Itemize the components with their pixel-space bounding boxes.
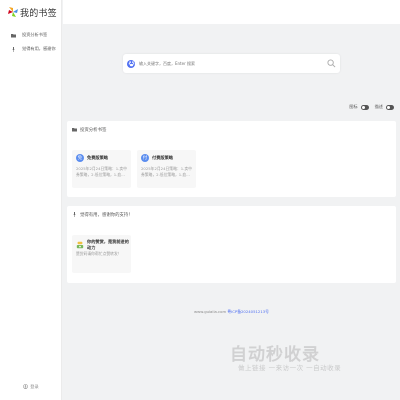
site-desc: 2025年2月24日策略：1.卖中券策略，2.低位策略，1.血...	[76, 166, 127, 177]
site-head: 免 免费版策略	[76, 154, 108, 162]
thumbtack-icon	[11, 46, 16, 52]
login-link[interactable]: 登录	[0, 384, 62, 390]
footer-domain: www.gulaila.com	[194, 309, 227, 314]
top-bar	[63, 0, 400, 24]
site-avatar: 付	[141, 154, 149, 162]
desc-toggle-label: 描述	[374, 104, 383, 109]
desc-toggle-group: 描述	[375, 104, 394, 110]
section-title-text: 觉得有用，感谢你的支持！	[80, 213, 133, 218]
donate-coin-icon	[76, 241, 84, 249]
section-title-text: 投资分析书签	[80, 128, 107, 133]
icon-toggle-label: 图标	[349, 104, 358, 109]
folder-icon	[72, 127, 77, 133]
pinwheel-logo-icon	[8, 7, 18, 17]
user-icon	[23, 384, 29, 390]
watermark: 自动秒收录 做上链接 一来访一次 一自动收录	[230, 340, 390, 380]
sidebar-nav: 投资分析书签 觉得有用，感谢你	[0, 28, 62, 56]
section-title: 觉得有用，感谢你的支持！	[72, 212, 133, 218]
site-avatar: 免	[76, 154, 84, 162]
login-label: 登录	[30, 384, 39, 389]
site-name: 付费版策略	[152, 155, 173, 160]
site-card-donate[interactable]: 你的赞赏，是我前进的动力 赞赏码请你帮忙点赞转发！	[72, 235, 131, 273]
site-card-free-strategy[interactable]: 免 免费版策略 2025年2月24日策略：1.卖中券策略，2.低位策略，1.血.…	[72, 150, 131, 188]
sidebar: 我的书签 投资分析书签 觉得有用，感谢你 登录	[0, 0, 62, 400]
site-head: 你的赞赏，是我前进的动力	[76, 239, 131, 251]
logo[interactable]: 我的书签	[7, 5, 57, 19]
site-name: 免费版策略	[87, 155, 108, 160]
search-icon[interactable]	[327, 59, 336, 68]
search-area	[63, 24, 400, 116]
sidebar-item-thanks[interactable]: 觉得有用，感谢你	[0, 42, 62, 56]
folder-icon	[11, 33, 16, 38]
icon-toggle-switch[interactable]	[360, 104, 369, 110]
icon-toggle-group: 图标	[349, 104, 369, 110]
site-desc: 赞赏码请你帮忙点赞转发！	[76, 251, 122, 256]
baidu-engine-icon[interactable]	[127, 59, 135, 68]
footer: www.gulaila.com 粤ICP备2024051213号	[63, 309, 400, 315]
thumbtack-icon	[72, 212, 77, 218]
desc-toggle-switch[interactable]	[386, 104, 394, 110]
search-input[interactable]	[139, 61, 329, 66]
site-name: 你的赞赏，是我前进的动力	[87, 239, 129, 250]
site-desc: 2025年2月24日策略：1.卖中券策略，2.低位策略，1.血...	[141, 166, 192, 177]
sidebar-item-investment-bookmarks[interactable]: 投资分析书签	[0, 28, 62, 42]
sidebar-item-label: 投资分析书签	[22, 32, 48, 37]
site-head: 付 付费版策略	[141, 154, 173, 162]
section-investment-bookmarks: 投资分析书签 免 免费版策略 2025年2月24日策略：1.卖中券策略，2.低位…	[67, 121, 396, 197]
footer-icp-link[interactable]: 粤ICP备2024051213号	[227, 309, 269, 314]
sidebar-item-label: 觉得有用，感谢你	[22, 46, 56, 51]
display-toggles: 图标 描述	[343, 104, 394, 110]
section-thanks: 觉得有用，感谢你的支持！ 你的赞赏，是我前进的动力 赞赏码请你帮忙点赞转发！	[67, 206, 396, 283]
search-box	[123, 54, 340, 73]
site-card-paid-strategy[interactable]: 付 付费版策略 2025年2月24日策略：1.卖中券策略，2.低位策略，1.血.…	[137, 150, 196, 188]
logo-text: 我的书签	[20, 8, 57, 19]
section-title: 投资分析书签	[72, 127, 106, 133]
watermark-sub: 做上链接 一来访一次 一自动收录	[238, 364, 342, 372]
